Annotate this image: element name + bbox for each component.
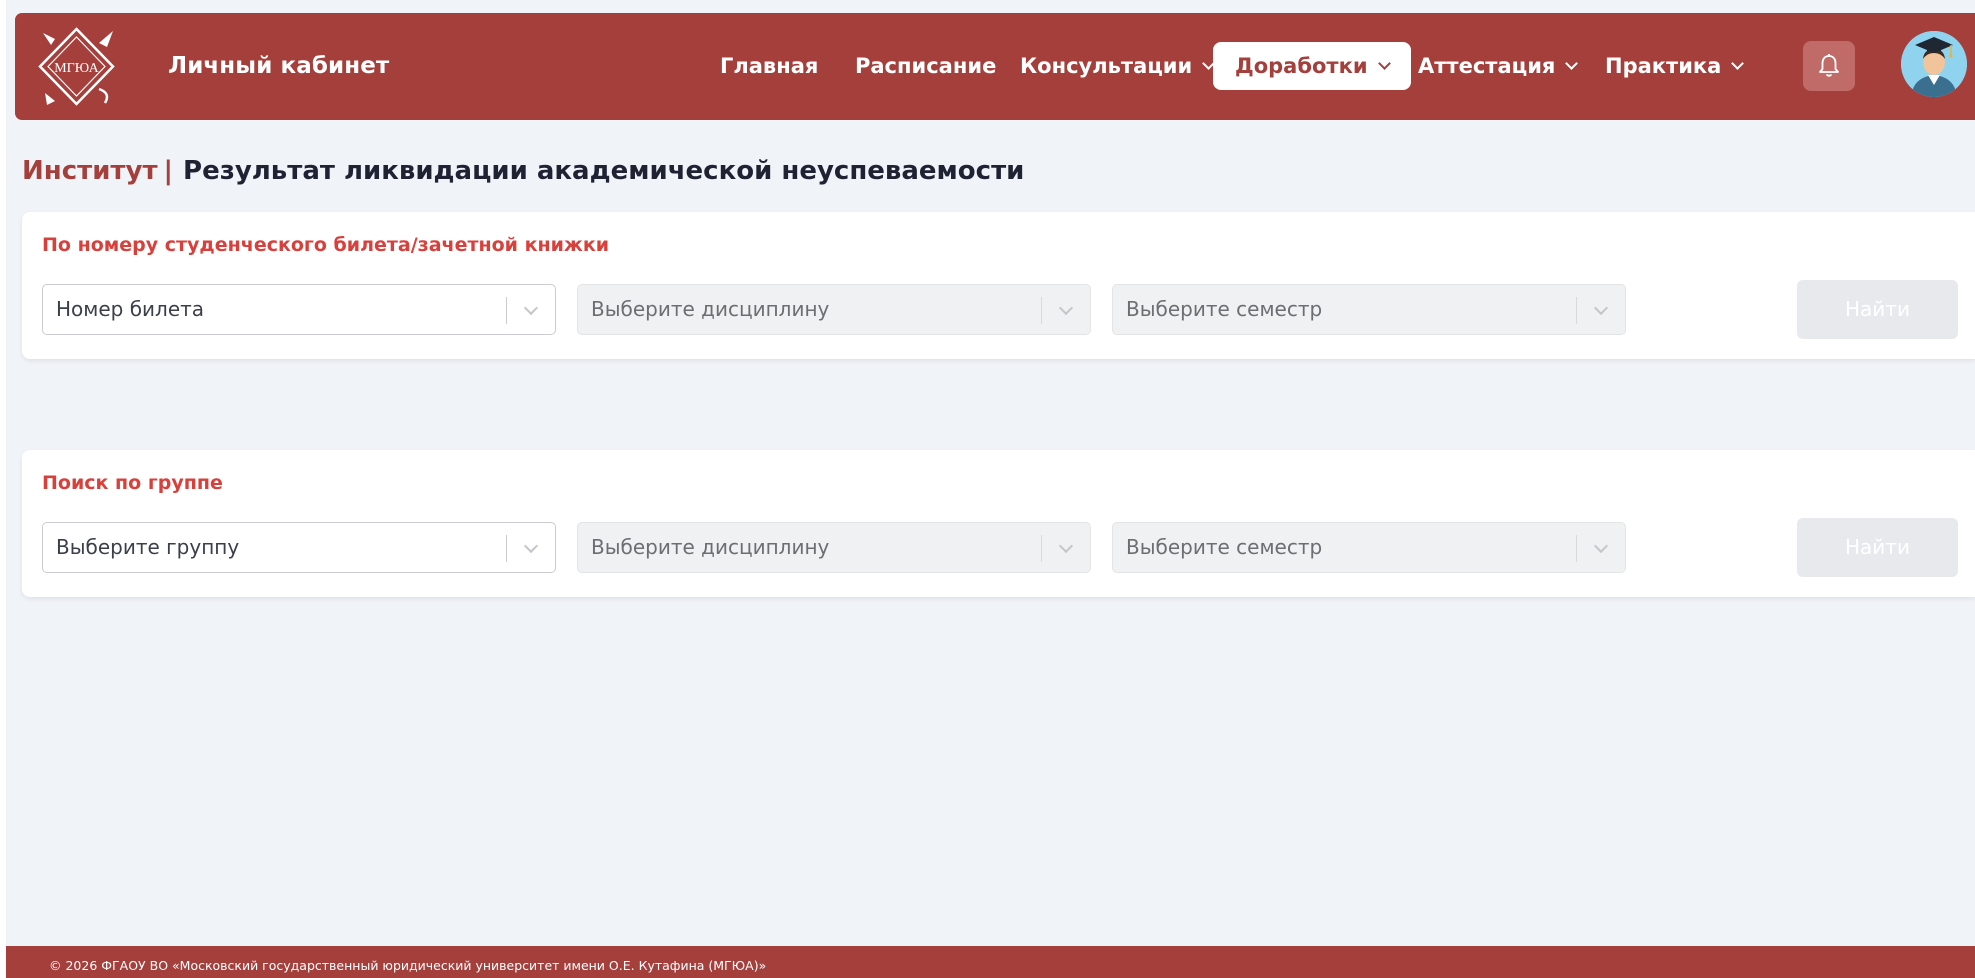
breadcrumb-separator: | xyxy=(163,156,174,186)
ticket-number-select[interactable]: Номер билета xyxy=(42,284,556,335)
group-select[interactable]: Выберите группу xyxy=(42,522,556,573)
page-heading: Результат ликвидации академической неусп… xyxy=(183,156,1025,186)
discipline-select[interactable]: Выберите дисциплину xyxy=(577,522,1091,573)
brand-title[interactable]: Личный кабинет xyxy=(168,13,389,120)
notifications-button[interactable] xyxy=(1803,41,1855,91)
chevron-down-icon xyxy=(1565,57,1579,70)
chevron-down-icon[interactable] xyxy=(1593,300,1609,316)
chevron-down-icon[interactable] xyxy=(523,300,539,316)
chevron-down-icon xyxy=(1731,57,1745,70)
chevron-down-icon[interactable] xyxy=(523,538,539,554)
select-divider xyxy=(1041,535,1042,562)
semester-select[interactable]: Выберите семестр xyxy=(1112,522,1626,573)
nav-item-schedule[interactable]: Расписание xyxy=(855,42,996,90)
discipline-select[interactable]: Выберите дисциплину xyxy=(577,284,1091,335)
nav-label: Консультации xyxy=(1020,54,1193,78)
search-by-ticket-label: По номеру студенческого билета/зачетной … xyxy=(42,234,610,256)
chevron-down-icon[interactable] xyxy=(1058,300,1074,316)
chevron-down-icon[interactable] xyxy=(1058,538,1074,554)
select-placeholder: Выберите дисциплину xyxy=(591,297,830,321)
select-placeholder: Номер билета xyxy=(56,297,205,321)
chevron-down-icon[interactable] xyxy=(1593,538,1609,554)
left-edge-strip xyxy=(0,0,6,978)
select-placeholder: Выберите семестр xyxy=(1126,297,1323,321)
select-placeholder: Выберите дисциплину xyxy=(591,535,830,559)
find-button[interactable]: Найти xyxy=(1797,280,1958,339)
graduate-avatar-icon xyxy=(1901,31,1967,97)
logo-emblem-icon: МГЮА xyxy=(38,27,115,106)
nav-item-home[interactable]: Главная xyxy=(720,42,818,90)
search-by-group-card: Поиск по группе Выберите группу Выберите… xyxy=(22,450,1975,597)
university-logo[interactable]: МГЮА xyxy=(33,23,120,110)
select-divider xyxy=(1041,297,1042,324)
top-header: МГЮА Личный кабинет Главная Расписание К… xyxy=(15,13,1975,120)
svg-text:МГЮА: МГЮА xyxy=(54,61,99,76)
select-placeholder: Выберите семестр xyxy=(1126,535,1323,559)
select-divider xyxy=(506,535,507,562)
select-divider xyxy=(1576,297,1577,324)
search-by-group-label: Поиск по группе xyxy=(42,472,223,494)
semester-select[interactable]: Выберите семестр xyxy=(1112,284,1626,335)
nav-item-revisions[interactable]: Доработки xyxy=(1213,42,1411,90)
breadcrumb-institute[interactable]: Институт xyxy=(22,156,158,186)
nav-label: Практика xyxy=(1605,54,1722,78)
chevron-down-icon xyxy=(1377,57,1391,70)
search-by-ticket-card: По номеру студенческого билета/зачетной … xyxy=(22,212,1975,359)
find-button[interactable]: Найти xyxy=(1797,518,1958,577)
nav-label: Аттестация xyxy=(1418,54,1556,78)
select-placeholder: Выберите группу xyxy=(56,535,240,559)
footer-copyright: © 2026 ФГАОУ ВО «Московский государствен… xyxy=(49,958,767,973)
select-divider xyxy=(1576,535,1577,562)
nav-label: Расписание xyxy=(855,54,997,78)
nav-item-practice[interactable]: Практика xyxy=(1605,42,1745,90)
nav-item-attestation[interactable]: Аттестация xyxy=(1418,42,1579,90)
page-footer: © 2026 ФГАОУ ВО «Московский государствен… xyxy=(6,946,1975,978)
nav-label: Доработки xyxy=(1235,54,1368,78)
select-divider xyxy=(506,297,507,324)
page-title: Институт | Результат ликвидации академичес… xyxy=(22,153,1024,189)
bell-icon xyxy=(1819,54,1839,77)
nav-label: Главная xyxy=(720,54,819,78)
user-avatar[interactable] xyxy=(1901,31,1967,97)
nav-item-consultations[interactable]: Консультации xyxy=(1020,42,1216,90)
